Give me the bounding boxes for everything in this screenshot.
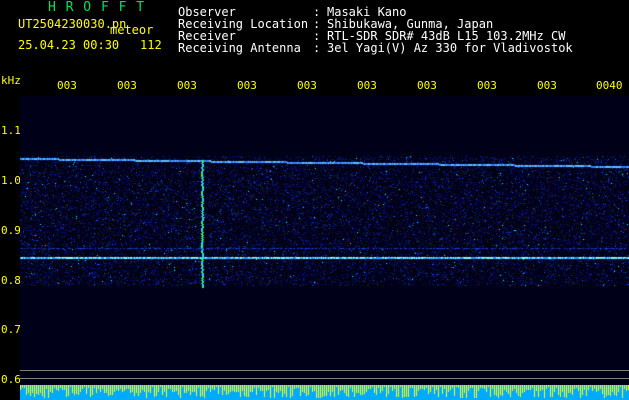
meta-antenna-label: Receiving Antenna [178, 41, 301, 55]
meta-antenna-value: 3el Yagi(V) Az 330 for Vladivostok [327, 41, 573, 55]
y-tick-label: 1.1 [1, 124, 21, 137]
x-tick-label: 003 [477, 79, 497, 92]
y-tick-label: 1.0 [1, 174, 21, 187]
x-tick-label: 003 [57, 79, 77, 92]
meteor-label: meteor [110, 23, 154, 37]
y-tick-label: 0.9 [1, 224, 21, 237]
y-tick-label: 0.8 [1, 274, 21, 287]
app-logo: H R O F F T [48, 0, 146, 15]
x-tick-label: 003 [537, 79, 557, 92]
x-tick-label: 003 [357, 79, 377, 92]
x-tick-label: 003 [297, 79, 317, 92]
x-tick-label: 003 [177, 79, 197, 92]
reference-line [20, 370, 629, 371]
signal-level-strip [20, 385, 629, 400]
date-time-label: 25.04.23 00:30 [18, 38, 120, 52]
spectrogram-panel [20, 96, 629, 386]
y-tick-label: 0.6 [1, 373, 21, 386]
x-tick-label: 003 [237, 79, 257, 92]
x-tick-label: 0040 [596, 79, 623, 92]
meta-separator: : [313, 41, 321, 55]
y-tick-label: 0.7 [1, 323, 21, 336]
x-tick-label: 003 [117, 79, 137, 92]
frequency-unit-label: kHz [1, 74, 21, 87]
reference-line [20, 378, 629, 379]
spectrogram-image [20, 96, 629, 386]
x-tick-label: 003 [417, 79, 437, 92]
meteor-count: 112 [140, 38, 162, 52]
signal-level-bars [20, 385, 629, 400]
